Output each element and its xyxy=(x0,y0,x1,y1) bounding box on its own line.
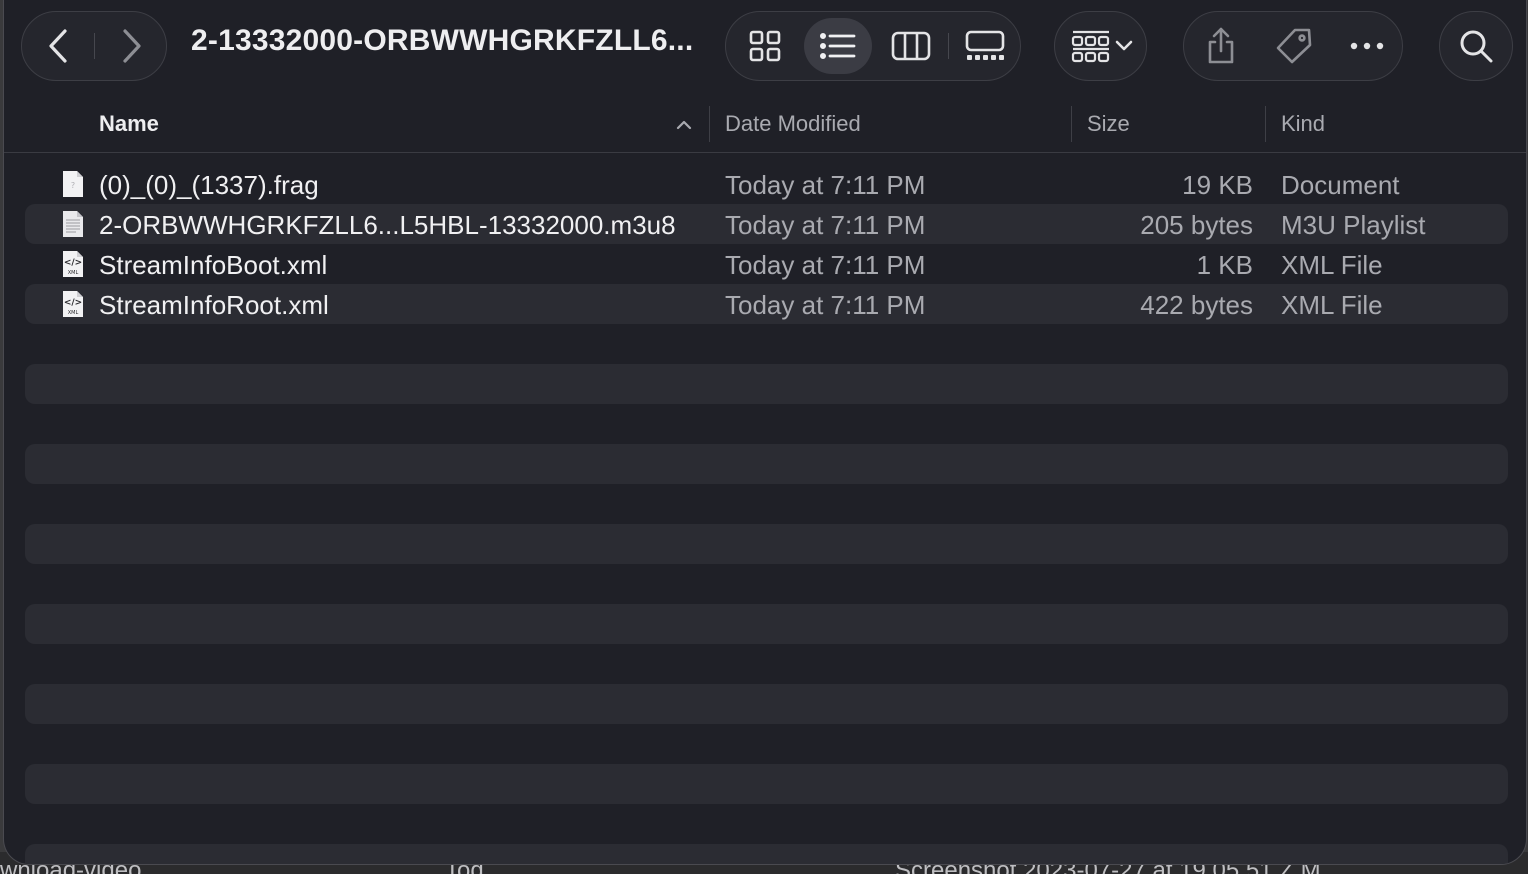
xml-file-icon: </> XML xyxy=(63,291,83,317)
file-date: Today at 7:11 PM xyxy=(725,290,926,320)
file-row[interactable]: ? (0)_(0)_(1337).frag Today at 7:11 PM 1… xyxy=(25,164,1508,204)
finder-window: 2-13332000-ORBWWHGRKFZLL6... Name Date M… xyxy=(3,0,1527,865)
file-row[interactable]: 2-ORBWWHGRKFZLL6...L5HBL-13332000.m3u8 T… xyxy=(25,204,1508,244)
list-icon xyxy=(820,33,856,59)
empty-row xyxy=(25,844,1508,864)
tag-icon xyxy=(1276,28,1311,64)
column-header-bar: Name Date Modified Size Kind xyxy=(4,92,1526,153)
file-name: 2-ORBWWHGRKFZLL6...L5HBL-13332000.m3u8 xyxy=(99,210,676,240)
column-header-size[interactable]: Size xyxy=(1087,111,1130,137)
file-date: Today at 7:11 PM xyxy=(725,250,926,280)
empty-row xyxy=(25,524,1508,564)
file-size: 19 KB xyxy=(1182,170,1253,200)
file-size: 422 bytes xyxy=(1140,290,1253,320)
svg-text:XML: XML xyxy=(68,310,79,316)
empty-row xyxy=(25,684,1508,724)
chevron-down-icon xyxy=(1115,40,1132,51)
text-document-icon xyxy=(63,211,83,237)
file-kind: M3U Playlist xyxy=(1281,210,1426,240)
group-by-button[interactable] xyxy=(1055,12,1148,80)
empty-row xyxy=(25,364,1508,404)
share-icon xyxy=(1208,27,1233,64)
svg-text:</>: </> xyxy=(64,298,82,308)
toolbar: 2-13332000-ORBWWHGRKFZLL6... xyxy=(4,0,1526,92)
file-date: Today at 7:11 PM xyxy=(725,170,926,200)
file-row[interactable]: </> XML StreamInfoRoot.xml Today at 7:11 … xyxy=(25,284,1508,324)
more-button[interactable] xyxy=(1330,12,1403,80)
view-mode-control xyxy=(725,11,1021,81)
file-kind: XML File xyxy=(1281,250,1383,280)
forward-button[interactable] xyxy=(96,12,168,80)
svg-text:XML: XML xyxy=(68,270,79,276)
navigation-group xyxy=(21,11,167,81)
ellipsis-icon xyxy=(1350,42,1383,50)
file-row[interactable]: </> XML StreamInfoBoot.xml Today at 7:11 … xyxy=(25,244,1508,284)
back-button[interactable] xyxy=(22,12,94,80)
file-size: 1 KB xyxy=(1196,250,1253,280)
window-title: 2-13332000-ORBWWHGRKFZLL6... xyxy=(191,24,694,57)
tag-button[interactable] xyxy=(1257,12,1330,80)
chevron-left-icon xyxy=(49,29,67,63)
column-view-button[interactable] xyxy=(876,12,946,80)
column-header-kind[interactable]: Kind xyxy=(1281,111,1325,137)
chevron-up-icon xyxy=(676,120,692,130)
generic-document-icon: ? xyxy=(63,171,83,197)
icon-view-button[interactable] xyxy=(730,12,800,80)
search-icon xyxy=(1460,30,1493,63)
column-header-date-modified[interactable]: Date Modified xyxy=(725,111,861,137)
file-date: Today at 7:11 PM xyxy=(725,210,926,240)
xml-file-icon: </> XML xyxy=(63,251,83,277)
file-kind: XML File xyxy=(1281,290,1383,320)
group-control xyxy=(1054,11,1147,81)
search-button[interactable] xyxy=(1440,12,1512,80)
file-name: StreamInfoRoot.xml xyxy=(99,290,329,320)
gallery-view-button[interactable] xyxy=(950,12,1020,80)
group-by-icon xyxy=(1071,30,1109,63)
actions-group xyxy=(1183,11,1403,81)
empty-row xyxy=(25,604,1508,644)
empty-row xyxy=(25,764,1508,804)
svg-text:?: ? xyxy=(71,181,75,190)
file-name: StreamInfoBoot.xml xyxy=(99,250,328,280)
list-view-button[interactable] xyxy=(804,12,872,80)
search-control xyxy=(1439,11,1513,81)
gallery-icon xyxy=(965,30,1005,60)
svg-text:</>: </> xyxy=(64,258,82,268)
file-size: 205 bytes xyxy=(1140,210,1253,240)
columns-icon xyxy=(891,31,931,61)
file-kind: Document xyxy=(1281,170,1400,200)
grid-icon xyxy=(749,30,781,62)
file-name: (0)_(0)_(1337).frag xyxy=(99,170,319,200)
column-header-name[interactable]: Name xyxy=(99,111,159,137)
chevron-right-icon xyxy=(123,29,141,63)
share-button[interactable] xyxy=(1184,12,1257,80)
empty-row xyxy=(25,444,1508,484)
